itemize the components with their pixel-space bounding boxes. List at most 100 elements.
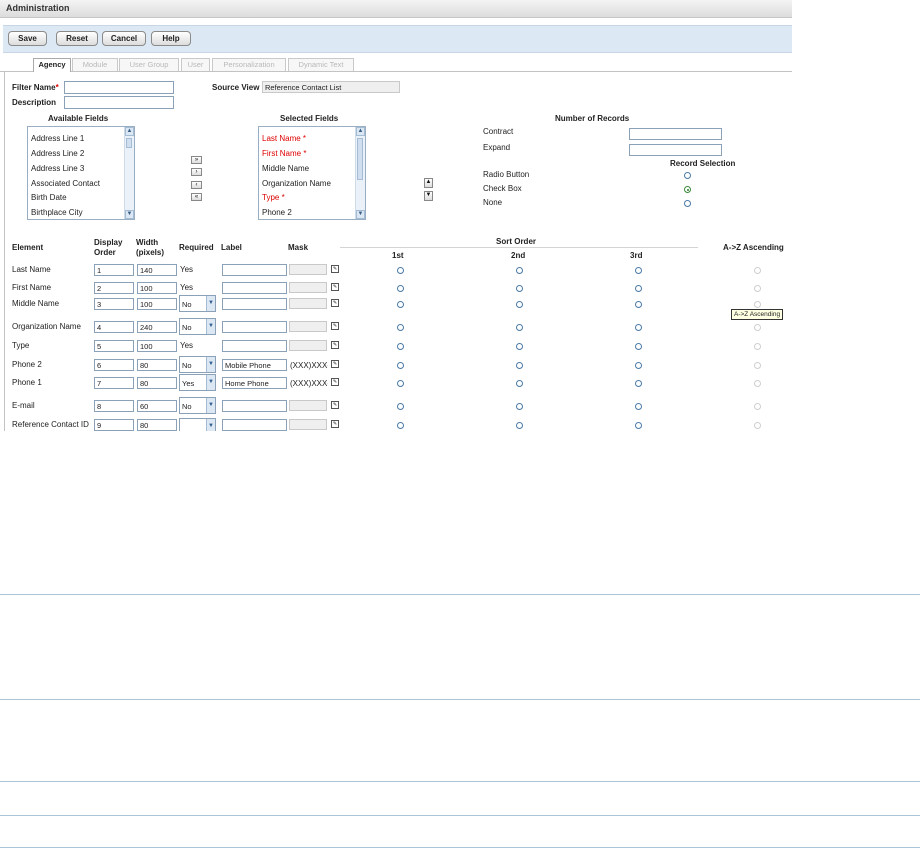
chevron-down-icon[interactable]: ▼ (206, 357, 215, 372)
edit-mask-icon[interactable]: ✎ (331, 378, 339, 386)
none-option[interactable] (684, 200, 691, 207)
sort-2nd-radio[interactable] (516, 301, 523, 308)
move-down-button[interactable]: ▼ (424, 191, 433, 201)
sort-2nd-radio[interactable] (516, 380, 523, 387)
list-item[interactable]: Address Line 2 (31, 149, 84, 158)
list-item[interactable]: Birth Date (31, 193, 67, 202)
label-input[interactable] (222, 321, 287, 333)
sort-1st-radio[interactable] (397, 362, 404, 369)
width-input[interactable]: 100 (137, 282, 177, 294)
expand-input[interactable] (629, 144, 722, 156)
label-input[interactable]: Mobile Phone (222, 359, 287, 371)
sort-1st-radio[interactable] (397, 267, 404, 274)
required-select[interactable]: No ▼ (179, 356, 216, 373)
label-input[interactable] (222, 264, 287, 276)
scroll-thumb[interactable] (126, 138, 132, 148)
scroll-down-icon[interactable]: ▼ (125, 210, 134, 219)
sort-2nd-radio[interactable] (516, 403, 523, 410)
sort-1st-radio[interactable] (397, 301, 404, 308)
required-select[interactable]: No ▼ (179, 397, 216, 414)
label-input[interactable] (222, 340, 287, 352)
label-input[interactable] (222, 400, 287, 412)
edit-mask-icon[interactable]: ✎ (331, 420, 339, 428)
move-left-button[interactable]: ‹ (191, 181, 202, 189)
width-input[interactable]: 80 (137, 419, 177, 431)
edit-mask-icon[interactable]: ✎ (331, 360, 339, 368)
tab-dynamic-text[interactable]: Dynamic Text (288, 58, 354, 71)
tab-agency[interactable]: Agency (33, 58, 71, 72)
display-order-input[interactable]: 6 (94, 359, 134, 371)
label-input[interactable]: Home Phone (222, 377, 287, 389)
display-order-input[interactable]: 9 (94, 419, 134, 431)
scroll-up-icon[interactable]: ▲ (125, 127, 134, 136)
sort-2nd-radio[interactable] (516, 343, 523, 350)
sort-3rd-radio[interactable] (635, 422, 642, 429)
required-select[interactable]: No ▼ (179, 295, 216, 312)
move-right-button[interactable]: › (191, 168, 202, 176)
sort-3rd-radio[interactable] (635, 403, 642, 410)
display-order-input[interactable]: 3 (94, 298, 134, 310)
save-button[interactable]: Save (8, 31, 47, 46)
cancel-button[interactable]: Cancel (102, 31, 146, 46)
filter-name-input[interactable] (64, 81, 174, 94)
edit-mask-icon[interactable]: ✎ (331, 401, 339, 409)
sort-2nd-radio[interactable] (516, 362, 523, 369)
list-item[interactable]: Address Line 3 (31, 164, 84, 173)
sort-2nd-radio[interactable] (516, 267, 523, 274)
move-up-button[interactable]: ▲ (424, 178, 433, 188)
tab-personalization[interactable]: Personalization (212, 58, 286, 71)
chevron-down-icon[interactable]: ▼ (206, 296, 215, 311)
width-input[interactable]: 100 (137, 298, 177, 310)
required-select[interactable]: ▼ (179, 418, 216, 431)
sort-2nd-radio[interactable] (516, 285, 523, 292)
width-input[interactable]: 80 (137, 377, 177, 389)
chevron-down-icon[interactable]: ▼ (206, 319, 215, 334)
required-select[interactable]: Yes ▼ (179, 374, 216, 391)
width-input[interactable]: 140 (137, 264, 177, 276)
tab-module[interactable]: Module (72, 58, 118, 71)
sort-1st-radio[interactable] (397, 324, 404, 331)
edit-mask-icon[interactable]: ✎ (331, 265, 339, 273)
help-button[interactable]: Help (151, 31, 191, 46)
sort-3rd-radio[interactable] (635, 324, 642, 331)
scroll-thumb[interactable] (357, 138, 363, 180)
sort-1st-radio[interactable] (397, 403, 404, 410)
check-box-option[interactable] (684, 186, 691, 193)
sort-1st-radio[interactable] (397, 380, 404, 387)
list-item[interactable]: Organization Name (262, 179, 331, 188)
label-input[interactable] (222, 419, 287, 431)
label-input[interactable] (222, 282, 287, 294)
display-order-input[interactable]: 5 (94, 340, 134, 352)
scroll-down-icon[interactable]: ▼ (356, 210, 365, 219)
width-input[interactable]: 80 (137, 359, 177, 371)
sort-2nd-radio[interactable] (516, 324, 523, 331)
sort-2nd-radio[interactable] (516, 422, 523, 429)
list-item[interactable]: First Name * (262, 149, 306, 158)
list-item[interactable]: Middle Name (262, 164, 309, 173)
chevron-down-icon[interactable]: ▼ (206, 398, 215, 413)
list-item[interactable]: Last Name * (262, 134, 306, 143)
tab-user[interactable]: User (181, 58, 210, 71)
available-fields-list[interactable]: Address Line 1 Address Line 2 Address Li… (27, 126, 135, 220)
sort-3rd-radio[interactable] (635, 267, 642, 274)
required-select[interactable]: No ▼ (179, 318, 216, 335)
sort-3rd-radio[interactable] (635, 343, 642, 350)
scroll-up-icon[interactable]: ▲ (356, 127, 365, 136)
list-item[interactable]: Type * (262, 193, 285, 202)
selected-fields-list[interactable]: Last Name * First Name * Middle Name Org… (258, 126, 366, 220)
sort-3rd-radio[interactable] (635, 362, 642, 369)
radio-button-option[interactable] (684, 172, 691, 179)
chevron-down-icon[interactable]: ▼ (206, 419, 215, 431)
edit-mask-icon[interactable]: ✎ (331, 283, 339, 291)
chevron-down-icon[interactable]: ▼ (206, 375, 215, 390)
edit-mask-icon[interactable]: ✎ (331, 299, 339, 307)
move-all-left-button[interactable]: « (191, 193, 202, 201)
scrollbar[interactable]: ▲ ▼ (355, 127, 365, 219)
display-order-input[interactable]: 7 (94, 377, 134, 389)
list-item[interactable]: Phone 2 (262, 208, 292, 217)
sort-3rd-radio[interactable] (635, 380, 642, 387)
sort-1st-radio[interactable] (397, 422, 404, 429)
sort-3rd-radio[interactable] (635, 301, 642, 308)
list-item[interactable]: Birthplace City (31, 208, 83, 217)
display-order-input[interactable]: 4 (94, 321, 134, 333)
